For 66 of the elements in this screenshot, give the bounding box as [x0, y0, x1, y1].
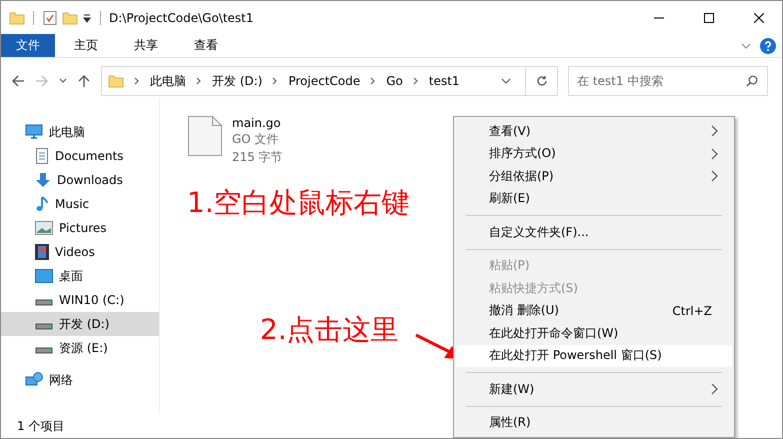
menu-item[interactable]: 在此处打开命令窗口(W) — [456, 322, 732, 344]
file-icon[interactable] — [188, 116, 222, 156]
help-icon[interactable] — [760, 38, 776, 54]
shortcut-text: Ctrl+Z — [672, 304, 712, 318]
ribbon-tab[interactable]: 查看 — [177, 34, 235, 57]
menu-item[interactable]: 查看(V) — [456, 120, 732, 142]
ribbon-tab[interactable]: 共享 — [117, 34, 175, 57]
nav-item[interactable]: Videos — [1, 240, 159, 264]
properties-icon[interactable] — [42, 10, 58, 26]
breadcrumb-item[interactable]: 开发 (D:) — [212, 72, 262, 90]
chevron-right-icon[interactable] — [134, 77, 140, 85]
search-icon — [746, 75, 758, 87]
menu-item[interactable]: 撤消 删除(U) Ctrl+Z — [456, 300, 732, 322]
status-text: 1 个项目 — [17, 418, 64, 434]
folder-icon — [9, 10, 25, 26]
back-arrow-icon[interactable] — [11, 74, 25, 88]
chevron-right-icon[interactable] — [196, 77, 202, 85]
ribbon-tab[interactable]: 主页 — [57, 34, 115, 57]
breadcrumb-item[interactable]: ProjectCode — [288, 74, 360, 88]
nav-item[interactable]: Music — [1, 192, 159, 216]
refresh-icon[interactable] — [536, 75, 548, 87]
chevron-right-icon[interactable] — [412, 77, 419, 85]
annotation-text: 1.空白处鼠标右键 — [187, 189, 410, 217]
close-icon[interactable] — [754, 12, 764, 22]
nav-item[interactable]: 资源 (E:) — [1, 336, 159, 360]
music-note-icon — [35, 196, 49, 212]
nav-item[interactable]: 此电脑 — [1, 120, 159, 144]
chevron-right-icon[interactable] — [272, 77, 278, 85]
chevron-down-icon[interactable] — [59, 77, 67, 85]
address-bar[interactable]: 此电脑 开发 (D:) ProjectCode Go test1 — [101, 66, 558, 96]
nav-item[interactable]: Downloads — [1, 168, 159, 192]
file-size: 215 字节 — [232, 149, 283, 166]
chevron-right-icon[interactable] — [370, 77, 376, 85]
nav-item[interactable]: Pictures — [1, 216, 159, 240]
ribbon-tab[interactable]: 文件 — [1, 34, 55, 57]
menu-item[interactable]: 自定义文件夹(F)... — [456, 221, 732, 244]
annotation-text: 2.点击这里 — [260, 316, 399, 344]
menu-item[interactable]: 在此处打开 Powershell 窗口(S) — [456, 344, 732, 367]
search-field[interactable]: 在 test1 中搜索 — [568, 66, 768, 96]
film-icon — [35, 244, 49, 260]
menu-item[interactable]: 分组依据(P) — [456, 165, 732, 188]
breadcrumb-item[interactable]: 此电脑 — [150, 72, 186, 90]
nav-item[interactable]: 开发 (D:) — [1, 312, 159, 336]
nav-item[interactable]: 桌面 — [1, 264, 159, 288]
nav-item[interactable]: 网络 — [1, 368, 159, 392]
file-name[interactable]: main.go — [232, 116, 283, 130]
computer-icon — [25, 124, 43, 140]
document-icon — [35, 148, 49, 164]
menu-item[interactable]: 属性(R) — [456, 412, 732, 434]
folder-icon — [108, 73, 124, 89]
breadcrumb-item[interactable]: Go — [386, 74, 403, 88]
up-arrow-icon[interactable] — [77, 74, 91, 88]
monitor-icon — [35, 269, 53, 283]
window-title: D:\ProjectCode\Go\test1 — [109, 10, 254, 24]
nav-item[interactable]: WIN10 (C:) — [1, 288, 159, 312]
menu-item[interactable]: 新建(W) — [456, 378, 732, 400]
maximize-icon[interactable] — [704, 12, 714, 22]
network-icon — [25, 372, 43, 388]
menu-item[interactable]: 刷新(E) — [456, 188, 732, 210]
breadcrumb-item[interactable]: test1 — [428, 74, 460, 88]
menu-item[interactable]: 排序方式(O) — [456, 142, 732, 165]
image-icon — [35, 221, 53, 235]
file-type: GO 文件 — [232, 131, 280, 148]
down-arrow-icon — [35, 172, 51, 188]
nav-item[interactable]: Documents — [1, 144, 159, 168]
chevron-down-icon[interactable] — [501, 76, 511, 86]
